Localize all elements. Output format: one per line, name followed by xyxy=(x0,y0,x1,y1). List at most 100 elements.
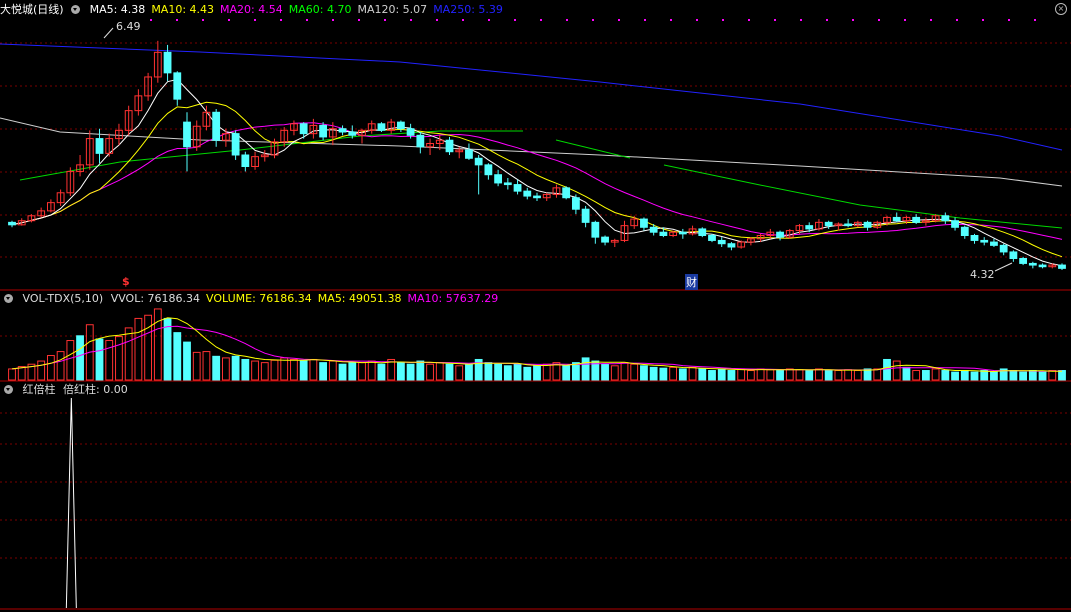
candle-body xyxy=(708,235,716,241)
volume-bar xyxy=(183,341,191,381)
volume-bar xyxy=(1038,371,1047,381)
volume-bar xyxy=(338,363,347,381)
volume-value-label: MA5: 49051.38 xyxy=(317,292,402,305)
signal-dot xyxy=(670,19,672,21)
volume-bar xyxy=(192,351,201,381)
volume-bar xyxy=(95,338,104,381)
indicator-spike xyxy=(65,397,77,609)
candle-body xyxy=(912,216,921,223)
volume-bar xyxy=(241,358,250,381)
candle-body xyxy=(999,244,1008,253)
volume-panel-header: VOL-TDX(5,10) VVOL: 76186.34 VOLUME: 7618… xyxy=(0,291,510,307)
high-price-pointer xyxy=(103,27,114,39)
volume-bar xyxy=(455,365,464,381)
close-icon[interactable]: × xyxy=(1055,3,1067,15)
volume-bar xyxy=(892,360,901,381)
volume-bar xyxy=(708,370,716,381)
volume-bar xyxy=(503,365,512,381)
volume-bar xyxy=(46,355,55,381)
candle-body xyxy=(8,221,16,226)
volume-bar xyxy=(717,368,726,381)
volume-bar xyxy=(941,370,950,381)
volume-bar xyxy=(513,363,522,381)
candle-body xyxy=(513,184,522,192)
signal-dot xyxy=(410,19,412,21)
candle-body xyxy=(523,190,532,197)
signal-dot xyxy=(332,19,334,21)
candle-body xyxy=(717,239,726,245)
volume-bar xyxy=(990,371,998,381)
candle-body xyxy=(1019,258,1028,264)
dollar-marker[interactable]: $ xyxy=(122,275,130,288)
candle-body xyxy=(474,157,483,166)
volume-bar xyxy=(980,370,989,381)
candle-body xyxy=(678,231,687,235)
signal-dot xyxy=(358,19,360,21)
volume-bar xyxy=(756,368,765,381)
volume-bar xyxy=(465,363,473,381)
indicator-title: 红倍柱 xyxy=(22,383,56,396)
signal-dot xyxy=(202,19,204,21)
signal-dot xyxy=(826,19,828,21)
indicator-panel-header: 红倍柱 倍红柱: 0.00 xyxy=(0,382,140,398)
volume-bar xyxy=(533,365,541,381)
volume-bar xyxy=(678,368,687,381)
volume-bar xyxy=(105,340,114,381)
signal-dot xyxy=(930,19,932,21)
candle-body xyxy=(484,164,493,176)
volume-bar xyxy=(17,366,26,381)
volume-bar xyxy=(56,351,65,381)
volume-value-label: MA10: 57637.29 xyxy=(407,292,499,305)
ma-value-label: MA60: 4.70 xyxy=(288,3,352,16)
volume-bar xyxy=(931,368,940,381)
indicator-panel-dropdown-icon[interactable] xyxy=(4,384,13,394)
volume-bar xyxy=(1009,370,1018,381)
candle-body xyxy=(863,221,872,228)
volume-bar xyxy=(601,363,609,381)
volume-bar xyxy=(727,370,736,381)
volume-bar xyxy=(1028,370,1037,381)
candle-body xyxy=(990,241,998,246)
signal-dot xyxy=(748,19,750,21)
ma20-line xyxy=(11,122,1063,240)
volume-bar xyxy=(834,370,843,381)
signal-dot xyxy=(696,19,698,21)
volume-value-label: VVOL: 76186.34 xyxy=(110,292,201,305)
volume-bar xyxy=(173,332,182,381)
volume-bar xyxy=(1019,371,1028,381)
candle-body xyxy=(445,139,454,153)
candle-body xyxy=(503,182,512,186)
price-panel-header: 大悦城(日线) MA5: 4.38 MA10: 4.43 MA20: 4.54 MA6… xyxy=(0,2,515,18)
candle-body xyxy=(95,138,104,154)
candle-body xyxy=(951,220,959,228)
ma-value-label: MA250: 5.39 xyxy=(433,3,503,16)
signal-dot xyxy=(1008,19,1010,21)
volume-bar xyxy=(669,366,678,381)
signal-dot xyxy=(904,19,906,21)
volume-bar xyxy=(435,362,444,381)
candle-body xyxy=(649,226,658,233)
finance-marker[interactable]: 财 xyxy=(685,274,698,290)
volume-bar xyxy=(620,362,629,381)
signal-dot xyxy=(878,19,880,21)
volume-bar xyxy=(8,368,16,381)
volume-bar xyxy=(960,370,969,381)
signal-dot xyxy=(722,19,724,21)
signal-dot xyxy=(228,19,230,21)
signal-dot xyxy=(514,19,516,21)
candle-body xyxy=(173,72,182,100)
high-price-label: 6.49 xyxy=(116,20,141,33)
volume-bar xyxy=(562,365,571,381)
candle-body xyxy=(805,225,814,230)
volume-bar xyxy=(221,357,230,381)
volume-indicator-dropdown-icon[interactable] xyxy=(4,293,13,303)
volume-bar xyxy=(853,370,862,381)
signal-dot xyxy=(280,19,282,21)
signal-dot xyxy=(852,19,854,21)
ma60-line xyxy=(663,164,1063,229)
volume-bar xyxy=(785,368,794,381)
signal-dot xyxy=(384,19,386,21)
volume-bar xyxy=(319,362,328,381)
signal-dot xyxy=(462,19,464,21)
indicator-dropdown-icon[interactable] xyxy=(71,4,81,14)
